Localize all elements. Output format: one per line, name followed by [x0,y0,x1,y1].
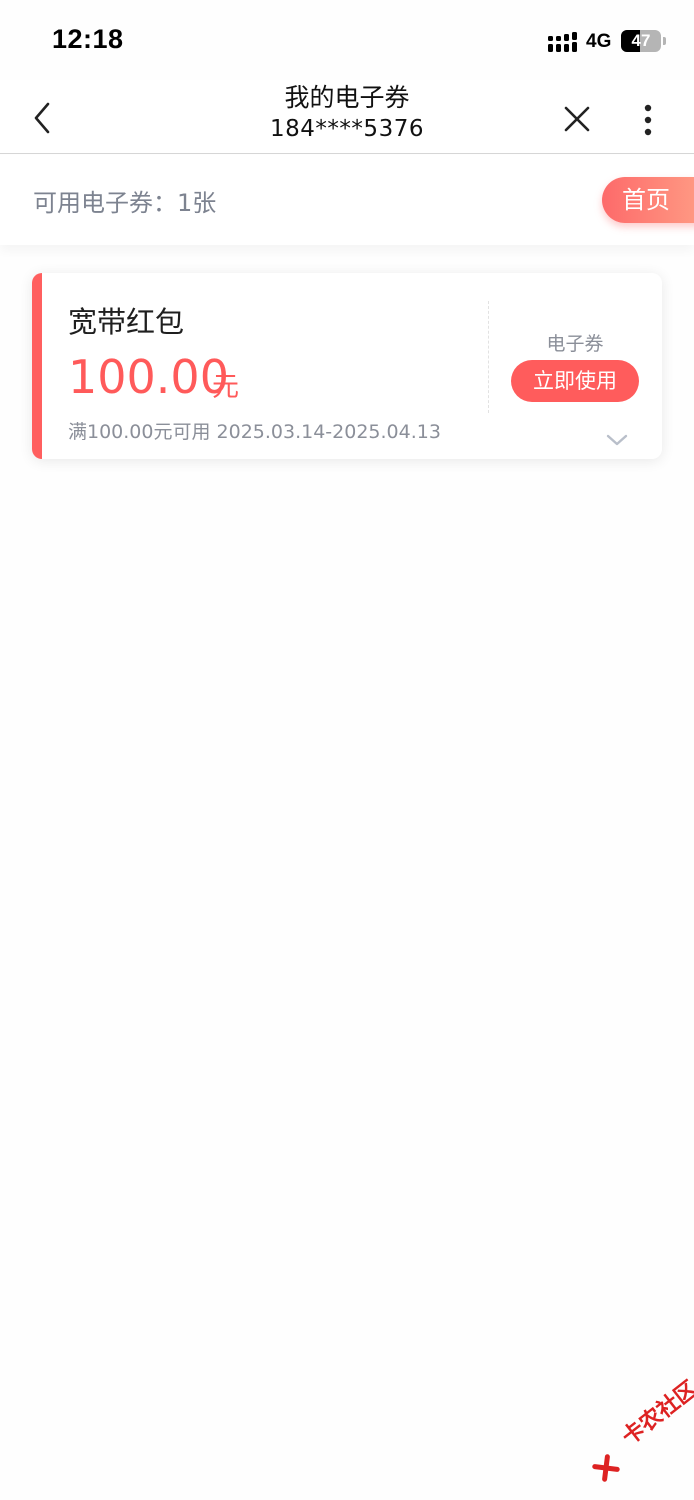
coupon-unit: 元 [212,372,239,403]
nav-bar: 我的电子券 184****5376 [0,80,694,154]
battery-icon: 47 [621,30,661,52]
home-button[interactable]: 首页 [602,177,694,223]
signal-icon [548,32,577,52]
coupon-summary: 可用电子券：1张 首页 [0,155,694,245]
battery-nub [663,37,666,45]
screen: 12:18 4G 47 我的电子券 184****5376 可用电子券：1张 首… [0,0,694,1500]
coupon-condition: 满100.00元可用 2025.03.14-2025.04.13 [68,421,441,443]
available-count: 可用电子券：1张 [33,189,217,217]
chevron-down-icon[interactable] [606,433,628,447]
network-type: 4G [586,31,612,52]
more-vertical-icon[interactable] [634,100,662,140]
coupon-name: 宽带红包 [68,305,185,339]
coupon-card[interactable]: 宽带红包 100.00 元 满100.00元可用 2025.03.14-2025… [32,273,662,459]
close-icon[interactable] [560,102,594,136]
status-bar: 12:18 4G 47 [0,0,694,80]
battery-level: 47 [631,31,651,50]
status-time: 12:18 [52,24,124,54]
coupon-divider [488,301,489,413]
coupon-accent-bar [32,273,42,459]
coupon-type: 电子券 [546,333,604,355]
use-now-button[interactable]: 立即使用 [511,360,639,402]
coupon-amount: 100.00 [68,350,229,404]
